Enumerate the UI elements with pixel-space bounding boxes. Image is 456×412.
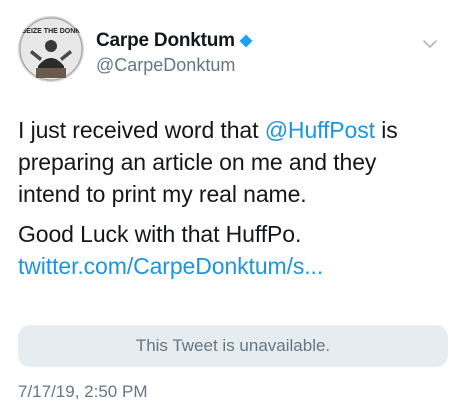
- quoted-tweet-unavailable: This Tweet is unavailable.: [18, 325, 448, 367]
- tweet-paragraph-1: I just received word that @HuffPost is p…: [18, 114, 443, 210]
- verified-badge-icon: [239, 34, 253, 48]
- author-display-name[interactable]: Carpe Donktum: [96, 30, 235, 52]
- tweet-text-line2: Good Luck with that HuffPo.: [18, 221, 302, 247]
- author-handle[interactable]: @CarpeDonktum: [96, 55, 253, 76]
- avatar[interactable]: SEIZE THE DONK: [18, 16, 84, 82]
- tweet-text: I just received word that @HuffPost is p…: [18, 114, 443, 282]
- tweet-paragraph-2: Good Luck with that HuffPo. twitter.com/C…: [18, 218, 443, 282]
- tweet: SEIZE THE DONK Carpe Donktum @CarpeDonkt…: [0, 0, 456, 412]
- unavailable-text: This Tweet is unavailable.: [135, 336, 331, 355]
- tweet-timestamp[interactable]: 7/17/19, 2:50 PM: [18, 382, 147, 402]
- name-row: Carpe Donktum: [96, 30, 253, 52]
- tweet-header: Carpe Donktum @CarpeDonktum: [96, 30, 253, 76]
- avatar-image: SEIZE THE DONK: [18, 16, 84, 82]
- avatar-caption: SEIZE THE DONK: [22, 28, 81, 35]
- mention-link[interactable]: @HuffPost: [265, 117, 375, 143]
- chevron-down-icon[interactable]: [422, 36, 438, 52]
- tweet-text-prefix: I just received word that: [18, 117, 265, 143]
- tweet-url-link[interactable]: twitter.com/CarpeDonktum/s...: [18, 253, 323, 279]
